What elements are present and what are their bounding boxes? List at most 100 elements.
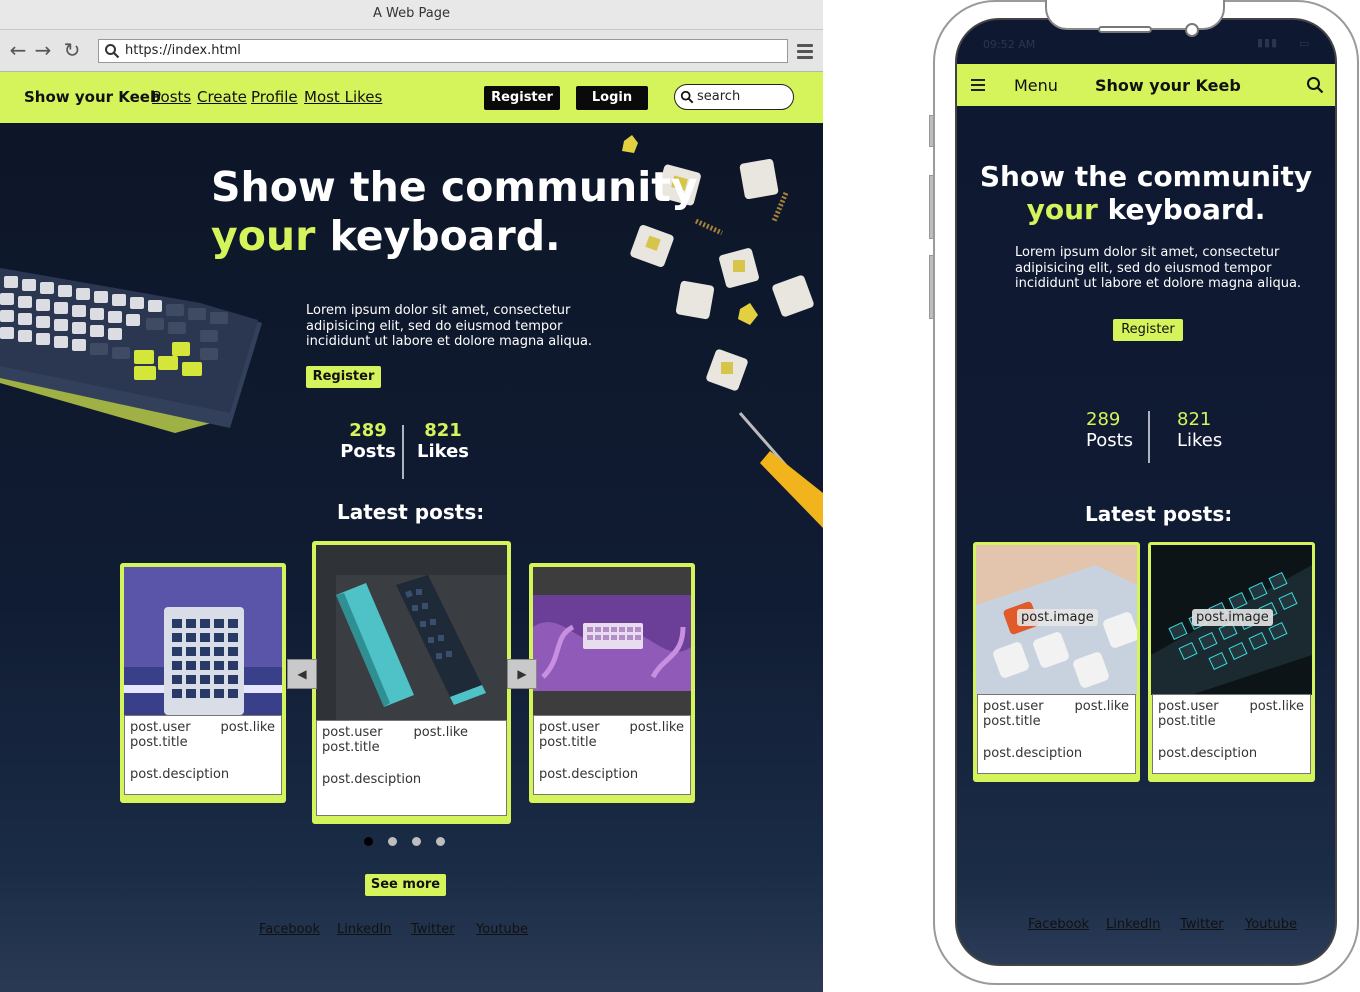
post-image	[124, 567, 282, 715]
mobile-register-button[interactable]: Register	[1113, 319, 1183, 341]
address-bar: ← → ↻ https://index.html	[0, 30, 823, 72]
url-input[interactable]: https://index.html	[98, 39, 788, 63]
hero-title-accent: your	[211, 212, 316, 260]
post-details: post.user post.like post.title post.desc…	[124, 715, 282, 795]
mobile-hero-title: Show the community your keyboard.	[957, 160, 1335, 226]
post-title: post.title	[322, 740, 380, 755]
signal-icon: ▮▮▮	[1257, 36, 1279, 49]
hero-register-button[interactable]: Register	[306, 366, 381, 388]
url-text: https://index.html	[125, 43, 241, 58]
post-image	[316, 545, 507, 720]
nav-link-profile[interactable]: Profile	[251, 88, 298, 106]
mobile-likes-label: Likes	[1177, 430, 1223, 451]
mobile-stats-divider	[1148, 411, 1150, 463]
see-more-button[interactable]: See more	[365, 874, 446, 896]
nav-link-posts[interactable]: Posts	[152, 88, 191, 106]
back-arrow-icon[interactable]: ←	[7, 39, 29, 61]
site-brand[interactable]: Show your Keeb	[24, 88, 161, 106]
post-details: post.user post.like post.title post.desc…	[977, 694, 1136, 774]
post-image-tag: post.image	[1192, 609, 1273, 626]
login-button[interactable]: Login	[576, 86, 648, 110]
hero-section: Show the community your keyboard. Lorem …	[0, 123, 823, 992]
footer-link-twitter[interactable]: Twitter	[411, 922, 455, 937]
mobile-footer-link-facebook[interactable]: Facebook	[1028, 917, 1089, 932]
post-like: post.like	[1074, 699, 1130, 714]
post-card[interactable]: post.image post.user post.like post.titl…	[1148, 542, 1315, 782]
post-title: post.title	[1158, 714, 1216, 729]
post-description: post.desciption	[983, 746, 1083, 761]
reload-icon[interactable]: ↻	[61, 39, 83, 61]
mobile-posts-label: Posts	[1086, 430, 1134, 451]
mobile-hero-description: Lorem ipsum dolor sit amet, consectetur …	[1015, 245, 1302, 291]
post-card[interactable]: post.user post.like post.title post.desc…	[312, 541, 511, 824]
mobile-footer-link-twitter[interactable]: Twitter	[1180, 917, 1224, 932]
nav-link-most-likes[interactable]: Most Likes	[304, 88, 382, 106]
mobile-hero-title-rest: keyboard.	[1107, 193, 1266, 226]
hero-title-rest: keyboard.	[329, 212, 561, 260]
search-icon	[680, 90, 694, 104]
post-title: post.title	[539, 735, 597, 750]
post-description: post.desciption	[1158, 746, 1258, 761]
post-like: post.like	[413, 725, 469, 740]
nav-link-create[interactable]: Create	[197, 88, 247, 106]
phone-camera	[1185, 23, 1199, 37]
search-icon[interactable]	[1306, 76, 1324, 94]
carousel-dot-3[interactable]	[412, 837, 421, 846]
posts-label: Posts	[340, 441, 396, 462]
latest-posts-heading: Latest posts:	[337, 500, 485, 524]
post-card[interactable]: post.image post.user post.like post.titl…	[973, 542, 1140, 782]
post-image-tag: post.image	[1017, 609, 1098, 626]
mobile-navbar: Menu Show your Keeb	[957, 64, 1335, 106]
mobile-posts-count: 289	[1086, 409, 1121, 430]
likes-label: Likes	[416, 441, 470, 462]
hero-title: Show the community your keyboard.	[211, 163, 698, 261]
post-title: post.title	[983, 714, 1041, 729]
post-user: post.user	[1158, 699, 1219, 714]
post-like: post.like	[629, 720, 685, 735]
footer-link-facebook[interactable]: Facebook	[259, 922, 320, 937]
site-navbar: Show your Keeb Posts Create Profile Most…	[0, 72, 823, 123]
register-button[interactable]: Register	[484, 86, 560, 110]
carousel-dot-4[interactable]	[436, 837, 445, 846]
post-like: post.like	[1249, 699, 1305, 714]
stats-divider	[402, 425, 404, 479]
footer-link-linkedin[interactable]: LinkedIn	[337, 922, 391, 937]
keyboard-image	[0, 268, 262, 433]
post-description: post.desciption	[539, 767, 639, 782]
post-like: post.like	[220, 720, 276, 735]
mobile-hero-title-accent: your	[1026, 193, 1098, 226]
post-user: post.user	[130, 720, 191, 735]
post-user: post.user	[539, 720, 600, 735]
footer-link-youtube[interactable]: Youtube	[476, 922, 528, 937]
post-details: post.user post.like post.title post.desc…	[1152, 694, 1311, 774]
search-input[interactable]: search	[674, 84, 794, 110]
mobile-menu-label[interactable]: Menu	[1014, 76, 1058, 95]
phone-mockup: 09:52 AM ▮▮▮ ▭ Menu Show your Keeb Show …	[929, 0, 1360, 986]
mobile-footer-link-linkedin[interactable]: LinkedIn	[1106, 917, 1160, 932]
phone-speaker	[1098, 26, 1152, 33]
browser-menu-icon[interactable]	[797, 44, 813, 62]
post-card[interactable]: post.user post.like post.title post.desc…	[529, 563, 695, 803]
hero-title-line1: Show the community	[211, 163, 698, 211]
search-icon	[105, 44, 120, 59]
mobile-likes-count: 821	[1177, 409, 1212, 430]
carousel-dot-1[interactable]	[364, 837, 373, 846]
post-user: post.user	[983, 699, 1044, 714]
mobile-latest-posts-heading: Latest posts:	[1085, 502, 1233, 526]
forward-arrow-icon[interactable]: →	[32, 39, 54, 61]
post-details: post.user post.like post.title post.desc…	[316, 720, 507, 816]
post-title: post.title	[130, 735, 188, 750]
window-title: A Web Page	[0, 0, 823, 30]
post-description: post.desciption	[130, 767, 230, 782]
carousel-next-button[interactable]: ▶	[507, 659, 537, 689]
mobile-footer-link-youtube[interactable]: Youtube	[1245, 917, 1297, 932]
carousel-dot-2[interactable]	[388, 837, 397, 846]
post-image	[533, 567, 691, 715]
mobile-brand[interactable]: Show your Keeb	[1095, 76, 1241, 95]
hamburger-menu-icon[interactable]	[971, 79, 985, 94]
hero-description: Lorem ipsum dolor sit amet, consectetur …	[306, 303, 593, 349]
post-card[interactable]: post.user post.like post.title post.desc…	[120, 563, 286, 803]
post-description: post.desciption	[322, 772, 422, 787]
search-placeholder: search	[697, 89, 741, 104]
carousel-prev-button[interactable]: ◀	[287, 659, 317, 689]
